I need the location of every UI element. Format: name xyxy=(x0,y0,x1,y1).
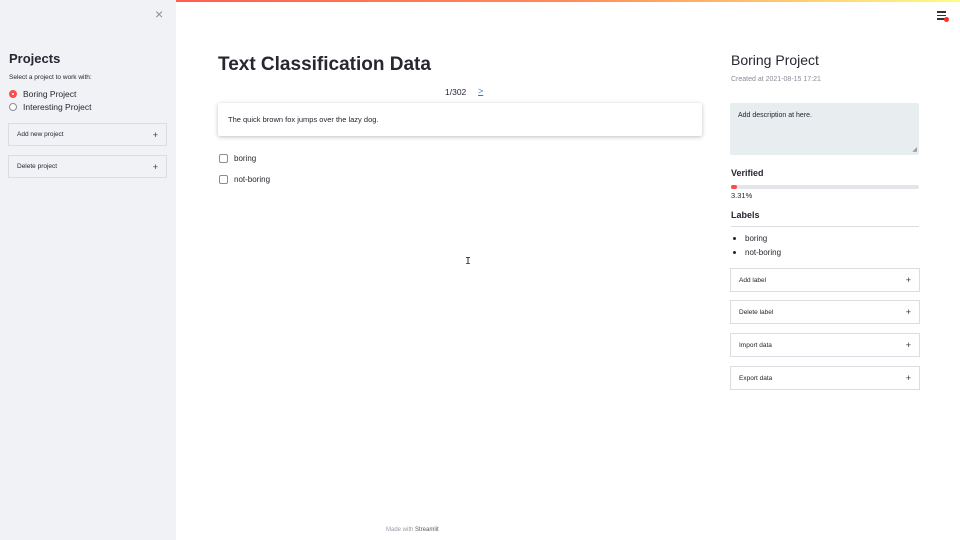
label-checkbox-not-boring[interactable]: not-boring xyxy=(219,175,270,184)
page-title: Text Classification Data xyxy=(218,54,431,75)
add-label-text: Add label xyxy=(739,276,767,284)
plus-icon: + xyxy=(152,129,158,140)
resize-grip-icon[interactable]: ◢ xyxy=(912,147,917,153)
plus-icon: + xyxy=(905,340,911,350)
import-data-expander[interactable]: Import data + xyxy=(730,333,920,357)
checkbox-label: boring xyxy=(234,154,257,163)
verified-progress-bar xyxy=(731,185,919,189)
delete-label-text: Delete label xyxy=(739,308,774,316)
label-name: boring xyxy=(745,234,768,243)
description-placeholder: Add description at here. xyxy=(738,112,812,119)
sample-text: The quick brown fox jumps over the lazy … xyxy=(228,115,379,124)
divider xyxy=(731,226,919,227)
created-timestamp: Created at 2021-08-15 17:21 xyxy=(731,76,821,83)
plus-icon: + xyxy=(905,307,911,317)
list-item: boring xyxy=(733,234,767,243)
description-textarea[interactable]: Add description at here. ◢ xyxy=(730,103,919,155)
plus-icon: + xyxy=(905,373,911,383)
project-radio-interesting[interactable]: Interesting Project xyxy=(9,102,92,112)
sample-text-card: The quick brown fox jumps over the lazy … xyxy=(218,103,702,136)
bullet-icon xyxy=(733,251,736,254)
checkbox-label: not-boring xyxy=(234,175,271,184)
notification-dot-icon xyxy=(944,17,949,22)
labels-heading: Labels xyxy=(731,210,760,220)
checkbox-icon[interactable] xyxy=(219,154,228,163)
delete-project-expander[interactable]: Delete project + xyxy=(8,155,167,178)
radio-unchecked-icon[interactable] xyxy=(9,103,17,111)
verified-progress-fill xyxy=(731,185,738,189)
footer-prefix: Made with xyxy=(386,527,416,533)
add-project-label: Add new project xyxy=(17,131,64,138)
close-icon[interactable]: × xyxy=(155,7,163,21)
hamburger-menu-icon[interactable] xyxy=(937,11,949,22)
export-data-expander[interactable]: Export data + xyxy=(730,366,920,390)
radio-checked-icon[interactable] xyxy=(9,90,17,98)
verified-heading: Verified xyxy=(731,168,764,178)
checkbox-icon[interactable] xyxy=(219,175,228,184)
pager-count: 1/302 xyxy=(445,87,467,97)
project-select-hint: Select a project to work with: xyxy=(9,74,92,81)
delete-project-label: Delete project xyxy=(17,163,58,170)
label-checkbox-boring[interactable]: boring xyxy=(219,154,256,163)
list-item: not-boring xyxy=(733,248,781,257)
label-name: not-boring xyxy=(745,248,782,257)
sidebar-title: Projects xyxy=(9,51,61,66)
delete-label-expander[interactable]: Delete label + xyxy=(730,300,920,324)
verified-percent: 3.31% xyxy=(731,191,753,200)
text-cursor-icon: I xyxy=(465,256,472,267)
project-radio-boring[interactable]: Boring Project xyxy=(9,89,76,99)
footer-brand-link[interactable]: Streamlit xyxy=(415,527,439,533)
bullet-icon xyxy=(733,237,736,240)
project-radio-label: Interesting Project xyxy=(23,102,92,112)
project-radio-label: Boring Project xyxy=(23,89,77,99)
plus-icon: + xyxy=(905,275,911,285)
add-label-expander[interactable]: Add label + xyxy=(730,268,920,292)
sidebar: × Projects Select a project to work with… xyxy=(0,0,176,540)
import-data-text: Import data xyxy=(739,341,772,349)
project-title: Boring Project xyxy=(731,52,819,68)
footer: Made with Streamlit xyxy=(386,527,439,533)
next-link[interactable]: > xyxy=(478,86,483,96)
plus-icon: + xyxy=(152,161,158,172)
export-data-text: Export data xyxy=(739,374,773,382)
add-project-expander[interactable]: Add new project + xyxy=(8,123,167,146)
